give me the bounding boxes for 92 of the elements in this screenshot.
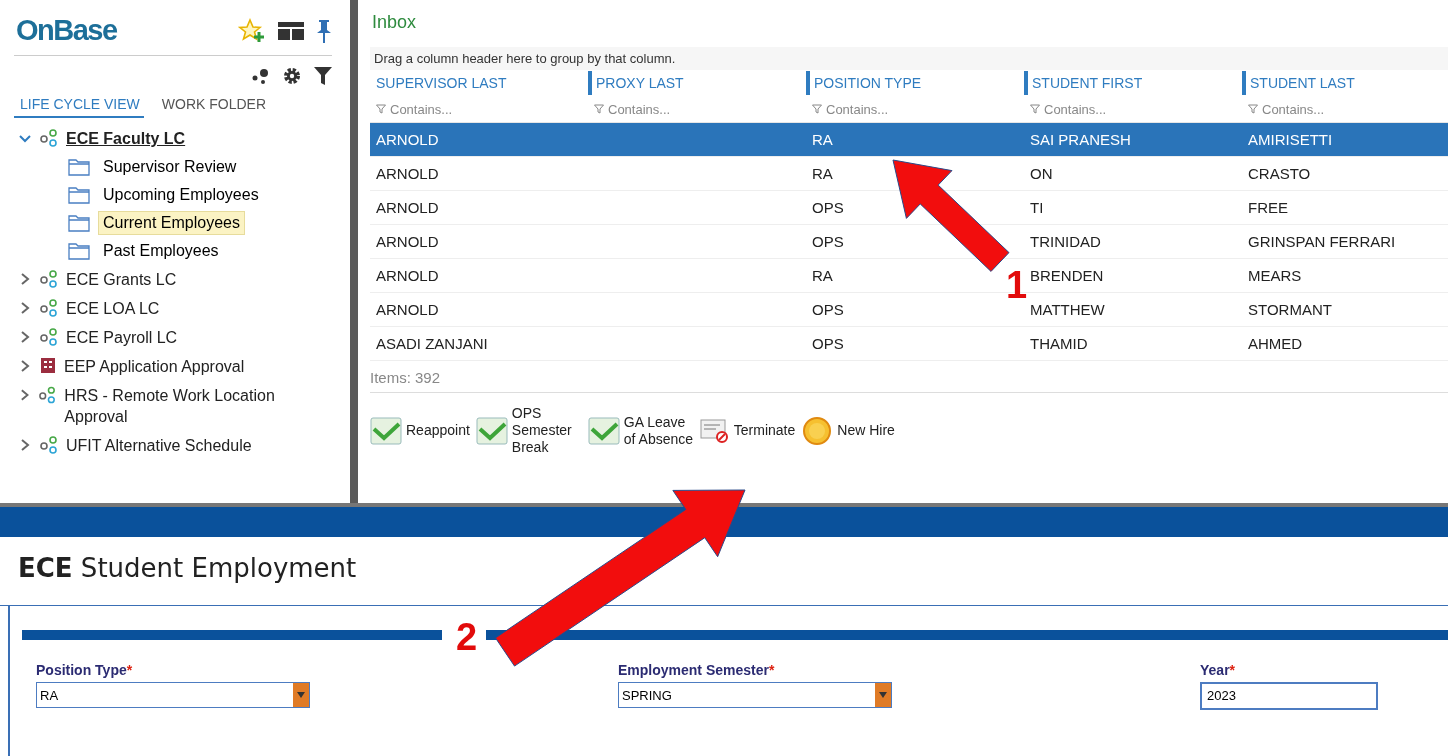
table-cell[interactable]: TRINIDAD — [1030, 233, 1101, 250]
tree-item[interactable]: UFIT Alternative Schedule — [66, 435, 252, 456]
tree-item[interactable]: ECE Grants LC — [66, 269, 177, 290]
document-block-icon — [699, 417, 730, 444]
caret-icon — [879, 692, 887, 698]
table-cell[interactable]: BRENDEN — [1030, 267, 1104, 284]
table-cell[interactable]: RA — [806, 123, 1024, 156]
table-cell[interactable]: ARNOLD — [376, 165, 439, 182]
table-cell[interactable]: ASADI ZANJANI — [376, 335, 488, 352]
lifecycle-icon — [38, 385, 58, 405]
settings-icon[interactable] — [282, 66, 302, 86]
lifecycle-icon — [39, 298, 59, 318]
lifecycle-icon — [39, 327, 59, 347]
filter-icon — [1248, 104, 1258, 114]
table-cell[interactable]: THAMID — [1030, 335, 1088, 352]
action-button[interactable]: New Hire — [801, 414, 895, 447]
lifecycle-icon — [39, 269, 59, 289]
filter-icon — [594, 104, 604, 114]
filter-icon — [812, 104, 822, 114]
folder-icon — [68, 242, 90, 260]
column-header[interactable]: PROXY LAST — [588, 71, 684, 95]
check-mail-icon — [370, 416, 402, 445]
table-cell[interactable]: GRINSPAN FERRARI — [1248, 233, 1396, 250]
field-label: Year* — [1200, 662, 1237, 678]
tree-item[interactable]: ECE Faculty LC — [66, 128, 186, 149]
tree-item[interactable]: EEP Application Approval — [64, 356, 245, 377]
group-hint: Drag a column header here to group by that column. — [370, 47, 1448, 70]
table-cell[interactable]: SAI PRANESH — [1024, 123, 1242, 156]
table-cell[interactable]: OPS — [812, 233, 844, 250]
table-cell[interactable]: ARNOLD — [376, 233, 439, 250]
filter-icon — [376, 104, 386, 114]
column-header[interactable]: POSITION TYPE — [806, 71, 922, 95]
dropdown[interactable]: RA — [36, 682, 310, 708]
table-cell[interactable]: ARNOLD — [376, 301, 439, 318]
dropdown[interactable]: SPRING — [618, 682, 892, 708]
table-cell[interactable]: ARNOLD — [376, 199, 439, 216]
table-cell[interactable]: AHMED — [1248, 335, 1303, 352]
layout-icon[interactable] — [278, 21, 304, 40]
item-count: Items: 392 — [370, 368, 442, 388]
folder-icon — [68, 186, 90, 204]
logo: OnBase — [16, 14, 117, 47]
dots-icon[interactable] — [252, 67, 270, 85]
column-header[interactable]: SUPERVISOR LAST — [370, 71, 507, 95]
star-plus-icon[interactable] — [238, 17, 266, 44]
table-cell[interactable]: OPS — [812, 301, 844, 318]
action-button[interactable]: Terminate — [699, 417, 796, 444]
table-cell[interactable]: OPS — [812, 335, 844, 352]
table-cell[interactable]: RA — [812, 165, 833, 182]
annotation-number: 1 — [1006, 266, 1028, 304]
pin-icon[interactable] — [316, 18, 332, 43]
table-cell[interactable]: CRASTO — [1248, 165, 1311, 182]
building-icon — [39, 356, 57, 374]
check-mail-icon — [475, 416, 508, 445]
folder-item[interactable]: Upcoming Employees — [98, 183, 264, 207]
lifecycle-icon — [39, 128, 59, 148]
action-button[interactable]: OPS Semester Break — [475, 405, 582, 456]
field-label: Employment Semester* — [618, 662, 776, 678]
table-cell[interactable]: ARNOLD — [376, 267, 439, 284]
filter-icon[interactable] — [314, 66, 332, 86]
tree-item[interactable]: HRS - Remote Work Location Approval — [64, 385, 328, 427]
column-header[interactable]: STUDENT LAST — [1242, 71, 1355, 95]
caret-icon — [297, 692, 305, 698]
table-cell[interactable]: TI — [1030, 199, 1044, 216]
table-cell[interactable]: ON — [1030, 165, 1053, 182]
table-cell[interactable]: ARNOLD — [370, 123, 588, 156]
folder-icon — [68, 214, 90, 232]
sun-icon — [801, 414, 834, 447]
table-cell[interactable]: MATTHEW — [1030, 301, 1105, 318]
tree-item[interactable]: ECE Payroll LC — [66, 327, 178, 348]
lifecycle-icon — [39, 435, 59, 455]
annotation-number: 2 — [456, 618, 478, 656]
table-cell[interactable]: OPS — [812, 199, 844, 216]
tree-item[interactable]: ECE LOA LC — [66, 298, 160, 319]
action-button[interactable]: GA Leave of Absence — [587, 413, 694, 448]
tab[interactable]: LIFE CYCLE VIEW — [14, 92, 144, 118]
inbox-title: Inbox — [372, 12, 418, 33]
folder-item[interactable]: Current Employees — [98, 211, 245, 235]
input-field[interactable]: 2023 — [1200, 682, 1378, 710]
folder-icon — [68, 158, 90, 176]
table-cell[interactable]: AMIRISETTI — [1242, 123, 1448, 156]
action-button[interactable]: Reappoint — [370, 416, 470, 445]
folder-item[interactable]: Supervisor Review — [98, 155, 242, 179]
filter-icon — [1030, 104, 1040, 114]
field-label: Position Type* — [36, 662, 134, 678]
folder-item[interactable]: Past Employees — [98, 239, 224, 263]
table-cell[interactable]: MEARS — [1248, 267, 1302, 284]
column-header[interactable]: STUDENT FIRST — [1024, 71, 1143, 95]
check-mail-icon — [587, 416, 620, 445]
table-cell[interactable]: FREE — [1248, 199, 1288, 216]
tab[interactable]: WORK FOLDER — [155, 92, 271, 118]
table-cell[interactable]: STORMANT — [1248, 301, 1332, 318]
table-cell[interactable]: RA — [812, 267, 833, 284]
